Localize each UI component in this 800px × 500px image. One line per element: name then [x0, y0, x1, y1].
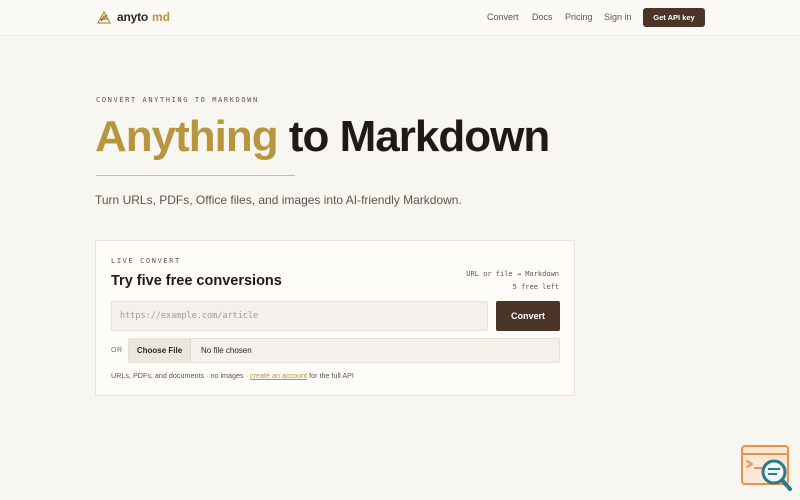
- hero-eyebrow: CONVERT ANYTHING TO MARKDOWN: [96, 96, 259, 104]
- or-label: OR: [111, 347, 123, 354]
- headline-rest: to Markdown: [288, 112, 550, 161]
- footnote-text: URLs, PDFs, and documents · no images ·: [111, 371, 251, 380]
- url-input[interactable]: [111, 301, 488, 331]
- live-convert-card: LIVE CONVERT Try five free conversions U…: [95, 240, 575, 396]
- logo-mark-icon: [96, 10, 112, 24]
- choose-file-button[interactable]: Choose File: [129, 339, 191, 362]
- hero-divider: [96, 175, 295, 176]
- nav-pricing[interactable]: Pricing: [565, 12, 593, 22]
- logo[interactable]: anyto md: [96, 9, 170, 25]
- logo-text: anyto: [117, 10, 149, 24]
- card-meta: URL or file → Markdown 5 free left: [466, 268, 559, 294]
- nav-docs[interactable]: Docs: [532, 12, 553, 22]
- conversion-type-label: URL or file → Markdown: [466, 270, 559, 278]
- file-picker[interactable]: Choose File No file chosen: [128, 338, 560, 363]
- card-eyebrow: LIVE CONVERT: [111, 257, 181, 265]
- hero-subtitle: Turn URLs, PDFs, Office files, and image…: [95, 193, 462, 207]
- convert-button[interactable]: Convert: [496, 301, 560, 331]
- get-api-key-button[interactable]: Get API key: [643, 8, 705, 27]
- site-header: anyto md Convert Docs Pricing Sign in Ge…: [0, 0, 800, 36]
- free-left-counter: 5 free left: [512, 283, 559, 291]
- nav-sign-in[interactable]: Sign in: [604, 12, 632, 22]
- floating-widget[interactable]: [740, 444, 794, 492]
- file-status: No file chosen: [201, 346, 252, 355]
- nav-convert[interactable]: Convert: [487, 12, 519, 22]
- logo-accent-text: md: [152, 10, 171, 24]
- card-footnote: URLs, PDFs, and documents · no images · …: [111, 371, 354, 380]
- headline-accent: Anything: [95, 112, 279, 161]
- card-title: Try five free conversions: [111, 273, 282, 289]
- hero-headline: Anything to Markdown: [95, 112, 550, 162]
- footnote-suffix: for the full API: [307, 371, 354, 380]
- search-chat-widget-icon: [741, 445, 792, 491]
- create-account-link[interactable]: create an account: [250, 371, 307, 380]
